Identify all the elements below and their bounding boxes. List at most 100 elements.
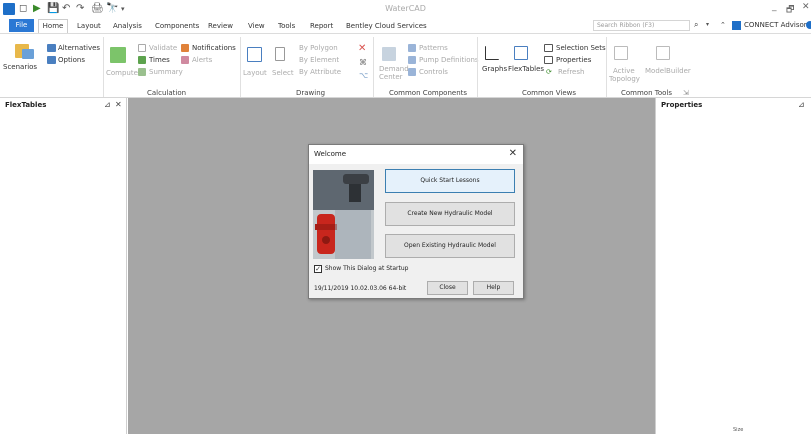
flextables-icon[interactable] (514, 46, 528, 60)
dialog-title: Welcome (314, 150, 347, 158)
demand-center-button[interactable]: Demand (379, 65, 409, 73)
account-icon[interactable] (806, 21, 811, 29)
times-button[interactable]: Times (149, 56, 170, 64)
ribbon-search-input[interactable]: Search Ribbon (F3) (593, 20, 690, 31)
close-pane-icon[interactable]: ✕ (115, 100, 122, 109)
alerts-button[interactable]: Alerts (192, 56, 212, 64)
alternatives-button[interactable]: Alternatives (58, 44, 100, 52)
status-bar-size: Size (733, 427, 744, 433)
tab-components[interactable]: Components (155, 20, 199, 32)
pin-icon[interactable]: ⊿ (104, 100, 111, 109)
dialog-title-bar: Welcome ✕ (309, 145, 523, 164)
refresh-button[interactable]: Refresh (558, 68, 584, 76)
separator (373, 37, 374, 97)
alternatives-icon (47, 44, 56, 52)
validate-icon (138, 44, 146, 52)
hydrant-image (313, 170, 374, 259)
select-by-attribute-button[interactable]: By Attribute (299, 68, 341, 76)
select-button[interactable]: Select (272, 69, 294, 77)
tab-layout[interactable]: Layout (77, 20, 101, 32)
close-window-icon[interactable]: ✕ (802, 2, 810, 12)
search-icon[interactable]: ⌕ (694, 20, 698, 30)
select-cursor-icon[interactable] (275, 47, 285, 61)
scenarios-button[interactable]: Scenarios (3, 63, 37, 71)
properties-button[interactable]: Properties (556, 56, 591, 64)
binoculars-icon[interactable]: ⌘ (359, 58, 367, 67)
times-icon (138, 56, 146, 64)
select-by-polygon-button[interactable]: By Polygon (299, 44, 338, 52)
connect-advisor-label[interactable]: CONNECT Advisor (744, 21, 807, 29)
graphs-button[interactable]: Graphs (482, 65, 507, 73)
dialog-launcher-icon[interactable]: ⇲ (683, 89, 689, 97)
create-new-model-button[interactable]: Create New Hydraulic Model (385, 202, 515, 226)
demand-center-icon[interactable] (382, 47, 396, 61)
layout-button[interactable]: Layout (243, 69, 267, 77)
summary-icon (138, 68, 146, 76)
tab-tools[interactable]: Tools (278, 20, 295, 32)
pump-definitions-icon (408, 56, 416, 64)
help-button[interactable]: Help (473, 281, 514, 295)
modelbuilder-button[interactable]: ModelBuilder (645, 67, 691, 75)
properties-icon (544, 56, 553, 64)
patterns-button[interactable]: Patterns (419, 44, 448, 52)
controls-button[interactable]: Controls (419, 68, 448, 76)
close-icon[interactable]: ✕ (509, 148, 517, 159)
properties-pane-title: Properties (661, 101, 703, 109)
show-at-startup-checkbox[interactable]: ✓ (314, 265, 322, 273)
select-by-element-button[interactable]: By Element (299, 56, 339, 64)
tab-view[interactable]: View (248, 20, 265, 32)
restore-icon[interactable]: 🗗 (786, 2, 794, 18)
options-icon (47, 56, 56, 64)
tab-analysis[interactable]: Analysis (113, 20, 142, 32)
tab-file[interactable]: File (9, 19, 34, 32)
tab-review[interactable]: Review (208, 20, 233, 32)
patterns-icon (408, 44, 416, 52)
show-at-startup-label: Show This Dialog at Startup (325, 265, 409, 272)
welcome-dialog: Welcome ✕ Quick Start Lessons Create New… (308, 144, 524, 299)
close-button[interactable]: Close (427, 281, 468, 295)
demand-center-button-line2[interactable]: Center (379, 73, 403, 81)
hydrant-illustration (313, 170, 374, 259)
active-topology-icon[interactable] (614, 46, 628, 60)
notifications-button[interactable]: Notifications (192, 44, 236, 52)
quick-start-lessons-button[interactable]: Quick Start Lessons (385, 169, 515, 193)
notifications-icon (181, 44, 189, 52)
window-title: WaterCAD (385, 4, 426, 13)
group-label-common-views: Common Views (522, 89, 577, 97)
separator (240, 37, 241, 97)
ribbon-home: Scenarios Alternatives Options Compute V… (0, 33, 811, 98)
title-bar: ◻ ▶ 💾 ↶ ↷ 🖨 🔭 ▾ WaterCAD _ 🗗 ✕ (0, 0, 811, 19)
delete-icon[interactable]: ✕ (358, 43, 366, 54)
compute-button[interactable]: Compute (106, 69, 138, 77)
tab-home[interactable]: Home (38, 19, 68, 33)
summary-button[interactable]: Summary (149, 68, 183, 76)
tab-report[interactable]: Report (310, 20, 333, 32)
flextables-pane-title: FlexTables (5, 101, 47, 109)
controls-icon (408, 68, 416, 76)
compute-icon[interactable] (110, 47, 126, 63)
active-topology-button-line2[interactable]: Topology (609, 75, 640, 83)
pump-definitions-button[interactable]: Pump Definitions (419, 56, 479, 64)
separator (477, 37, 478, 97)
layout-icon[interactable] (247, 47, 262, 62)
graphs-icon[interactable] (485, 46, 499, 60)
tab-bentley-cloud-services[interactable]: Bentley Cloud Services (346, 20, 427, 32)
search-dropdown-icon[interactable]: ▾ (706, 21, 709, 28)
pin-icon[interactable]: ⊿ (798, 100, 805, 109)
open-existing-model-button[interactable]: Open Existing Hydraulic Model (385, 234, 515, 258)
modelbuilder-icon[interactable] (656, 46, 670, 60)
selection-sets-button[interactable]: Selection Sets (556, 44, 606, 52)
group-label-common-components: Common Components (389, 89, 468, 97)
flextables-pane: FlexTables ⊿ ✕ (0, 98, 127, 434)
minimize-icon[interactable]: _ (772, 2, 777, 12)
collapse-ribbon-icon[interactable]: ⌃ (720, 21, 726, 29)
filter-icon[interactable]: ⌥ (359, 71, 368, 80)
options-button[interactable]: Options (58, 56, 85, 64)
validate-button[interactable]: Validate (149, 44, 177, 52)
active-topology-button[interactable]: Active (613, 67, 635, 75)
separator (606, 37, 607, 97)
connect-advisor-icon[interactable] (732, 21, 741, 30)
group-label-calculation: Calculation (147, 89, 187, 97)
properties-pane: Properties ⊿ (655, 98, 811, 434)
flextables-button[interactable]: FlexTables (508, 65, 544, 73)
